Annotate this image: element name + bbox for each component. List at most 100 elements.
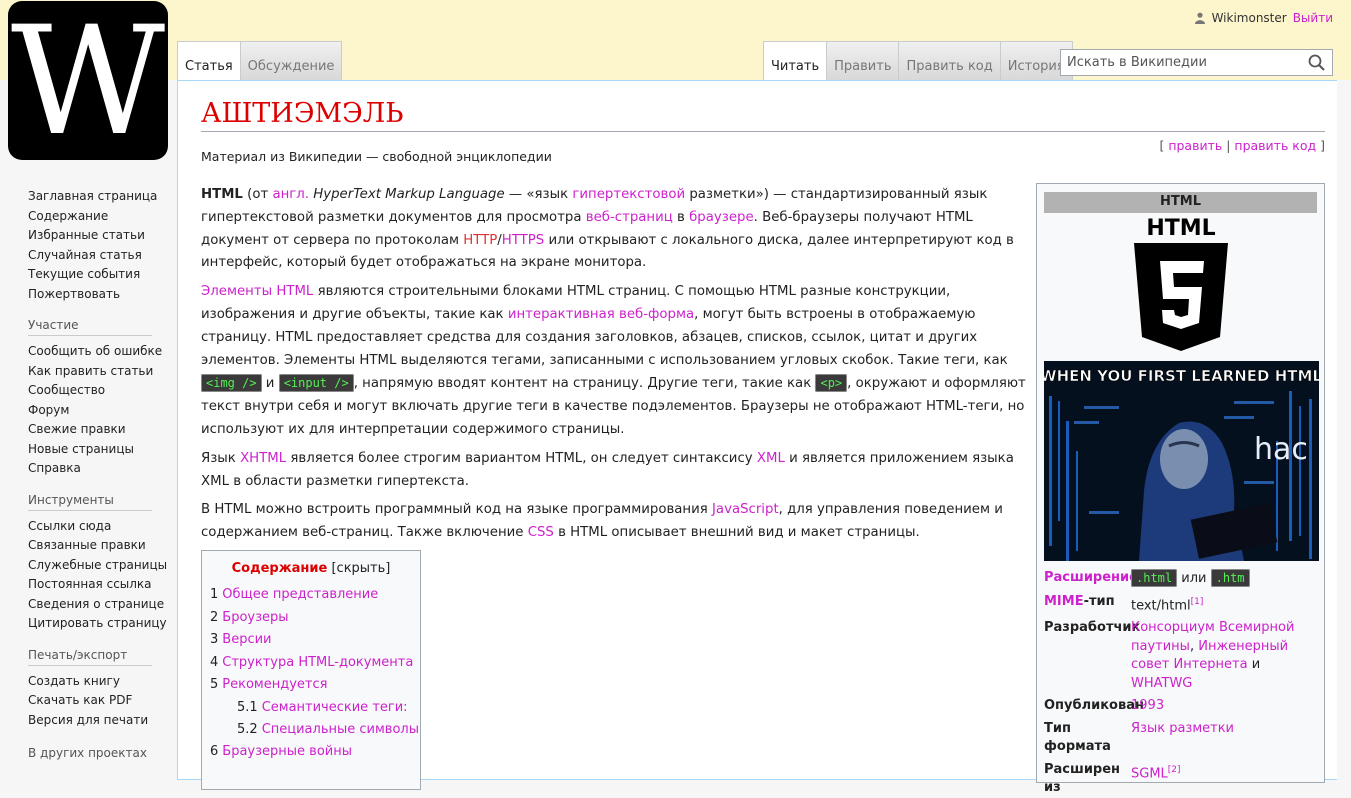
search-input[interactable] — [1061, 50, 1306, 75]
link-english[interactable]: англ. — [272, 187, 309, 202]
tab-read[interactable]: Читать — [763, 41, 828, 80]
sidebar-item-forum[interactable]: Форум — [28, 401, 173, 421]
toc-header: Содержание [скрыть] — [210, 561, 412, 576]
wikipedia-logo[interactable]: W — [8, 1, 168, 160]
infobox-key: Разработчик — [1044, 620, 1141, 636]
link-sgml[interactable]: SGML — [1131, 766, 1168, 781]
sidebar-item-download-pdf[interactable]: Скачать как PDF — [28, 691, 173, 711]
sidebar-item-page-info[interactable]: Сведения о странице — [28, 595, 173, 615]
html5-logo-caption: HTML — [1146, 216, 1215, 241]
infobox-key: MIME-тип — [1044, 593, 1131, 616]
sidebar-item-community[interactable]: Сообщество — [28, 381, 173, 401]
link-xhtml[interactable]: XHTML — [240, 451, 286, 466]
sidebar-tools: Инструменты Ссылки сюда Связанные правки… — [28, 493, 173, 634]
sidebar-item-new-pages[interactable]: Новые страницы — [28, 440, 173, 460]
link-markup-language[interactable]: Язык разметки — [1131, 720, 1317, 757]
toc-item[interactable]: 4 Структура HTML-документа — [210, 652, 413, 675]
tab-edit[interactable]: Править — [827, 41, 900, 80]
ref-1[interactable]: [1] — [1191, 597, 1204, 607]
meme-image[interactable]: WHEN YOU FIRST LEARNED HTML hac — [1044, 361, 1319, 561]
sidebar-item-permanent-link[interactable]: Постоянная ссылка — [28, 575, 173, 595]
infobox-key[interactable]: Расширение — [1044, 569, 1138, 589]
sidebar-item-random[interactable]: Случайная статья — [28, 246, 173, 266]
search-icon[interactable] — [1306, 52, 1328, 74]
link-xml[interactable]: XML — [757, 451, 785, 466]
text: , напрямую вводят контент на страницу. Д… — [353, 376, 816, 392]
text: text/html — [1131, 597, 1191, 613]
link-mime[interactable]: MIME — [1044, 594, 1084, 609]
toc-item[interactable]: 3 Версии — [210, 629, 412, 652]
toc-item[interactable]: 2 Броузеры — [210, 607, 412, 630]
sidebar-item-donate[interactable]: Пожертвовать — [28, 285, 173, 305]
edit-links: [ править | править код ] — [1159, 138, 1325, 153]
sidebar-item-cite[interactable]: Цитировать страницу — [28, 614, 173, 634]
link-css[interactable]: CSS — [528, 525, 554, 540]
sidebar-item-current-events[interactable]: Текущие события — [28, 265, 173, 285]
sidebar-item-main-page[interactable]: Заглавная страница — [28, 187, 173, 207]
sidebar-heading-participation: Участие — [28, 318, 152, 336]
text: или — [1181, 571, 1207, 586]
toc-link[interactable]: Браузерные войны — [222, 744, 352, 759]
toc-link[interactable]: Семантические теги: — [262, 700, 408, 715]
sidebar-other-projects: В других проектах — [28, 744, 173, 764]
toc-link[interactable]: Общее представление — [222, 587, 378, 602]
sidebar-item-create-book[interactable]: Создать книгу — [28, 672, 173, 692]
table-of-contents: Содержание [скрыть] 1 Общее представление… — [201, 550, 421, 790]
toc-item[interactable]: 5.2 Специальные символы — [210, 719, 419, 741]
toc-number: 5.2 — [237, 721, 258, 737]
toc-number: 3 — [210, 632, 219, 647]
toc-item[interactable]: 5.1 Семантические теги: — [210, 697, 412, 719]
sidebar-item-what-links-here[interactable]: Ссылки сюда — [28, 517, 173, 537]
link-web-form[interactable]: интерактивная веб-форма — [508, 307, 694, 322]
paragraph-3: Язык XHTML является более строгим вариан… — [201, 448, 1027, 494]
toc-link[interactable]: Броузеры — [222, 610, 288, 625]
link-https[interactable]: HTTPS — [502, 233, 544, 248]
toc-item[interactable]: 1 Общее представление — [210, 584, 412, 607]
code-img-tag: <img /> — [201, 374, 262, 393]
sidebar-item-special-pages[interactable]: Служебные страницы — [28, 556, 173, 576]
tab-article[interactable]: Статья — [177, 41, 241, 80]
infobox-key: Тип формата — [1044, 720, 1111, 755]
link-whatwg[interactable]: WHATWG — [1131, 676, 1192, 691]
sidebar-item-featured[interactable]: Избранные статьи — [28, 226, 173, 246]
toc-link[interactable]: Версии — [222, 632, 271, 647]
link-web-pages[interactable]: веб-страниц — [586, 210, 673, 225]
toc-item[interactable]: 6 Браузерные войны — [210, 741, 412, 764]
ref-2[interactable]: [2] — [1168, 765, 1181, 775]
link-javascript[interactable]: JavaScript — [712, 502, 779, 517]
sidebar: Заглавная страница Содержание Избранные … — [28, 187, 173, 778]
toc-toggle[interactable]: [скрыть] — [331, 561, 390, 576]
link-browser[interactable]: браузере — [689, 210, 754, 225]
link-year[interactable]: 1993 — [1131, 697, 1317, 716]
toc-item[interactable]: 5 Рекомендуется — [210, 674, 412, 697]
sidebar-item-contents[interactable]: Содержание — [28, 207, 173, 227]
username-link[interactable]: Wikimonster — [1212, 11, 1287, 25]
view-tabs: Читать Править Править код История — [763, 41, 1073, 80]
toc-link[interactable]: Структура HTML-документа — [222, 655, 413, 670]
toc-link[interactable]: Специальные символы — [262, 722, 419, 737]
logout-link[interactable]: Выйти — [1293, 11, 1333, 25]
infobox-row-extended-from: Расширен из SGML[2] — [1044, 761, 1317, 798]
sidebar-item-how-to-edit[interactable]: Как править статьи — [28, 362, 173, 382]
sidebar-item-help[interactable]: Справка — [28, 459, 173, 479]
tab-talk[interactable]: Обсуждение — [240, 41, 343, 80]
sidebar-item-related-changes[interactable]: Связанные правки — [28, 536, 173, 556]
code-ext-html: .html — [1131, 569, 1178, 587]
link-hypertext[interactable]: гипертекстовой — [572, 187, 685, 202]
tab-edit-source[interactable]: Править код — [899, 41, 1001, 80]
edit-link[interactable]: править — [1168, 138, 1222, 153]
sidebar-item-printable[interactable]: Версия для печати — [28, 711, 173, 731]
link-html-elements[interactable]: Элементы HTML — [201, 284, 313, 299]
link-http[interactable]: HTTP — [463, 233, 497, 248]
text: и — [261, 376, 279, 392]
content-area: АШТИЭМЭЛЬ Материал из Википедии — свобод… — [177, 80, 1337, 795]
html5-logo[interactable]: HTML — [1044, 213, 1317, 361]
edit-source-link[interactable]: править код — [1234, 138, 1316, 153]
infobox-row-extension: Расширение .html или .htm — [1044, 569, 1317, 589]
infobox-row-developer: Разработчик Консорциум Всемирной паутины… — [1044, 619, 1317, 693]
sidebar-item-report-error[interactable]: Сообщить об ошибке — [28, 342, 173, 362]
hacker-meme-image: WHEN YOU FIRST LEARNED HTML hac — [1044, 361, 1319, 561]
toc-link[interactable]: Рекомендуется — [222, 677, 327, 692]
sidebar-item-recent-changes[interactable]: Свежие правки — [28, 420, 173, 440]
sidebar-heading-print: Печать/экспорт — [28, 648, 152, 666]
